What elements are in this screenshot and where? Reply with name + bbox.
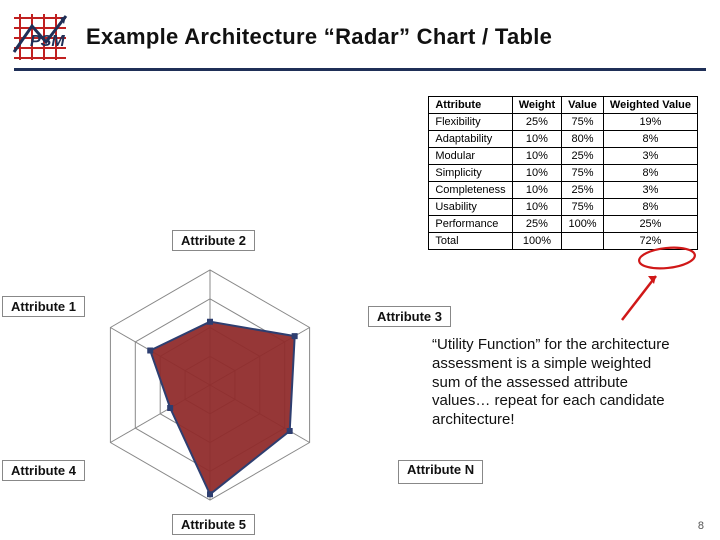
cell-wvalue: 8% (603, 131, 697, 148)
cell-attr: Modular (429, 148, 512, 165)
table-row: Simplicity10%75%8% (429, 165, 698, 182)
cell-weight: 10% (512, 131, 561, 148)
title-underline (14, 68, 706, 71)
cell-wvalue: 3% (603, 182, 697, 199)
cell-weight: 25% (512, 216, 561, 233)
cell-wvalue: 72% (603, 233, 697, 250)
cell-attr: Flexibility (429, 114, 512, 131)
col-value: Value (562, 97, 604, 114)
cell-value: 100% (562, 216, 604, 233)
table-row: Performance25%100%25% (429, 216, 698, 233)
title-bar: PSM Example Architecture “Radar” Chart /… (10, 12, 710, 64)
attribute-table: Attribute Weight Value Weighted Value Fl… (428, 96, 698, 250)
table-row: Flexibility25%75%19% (429, 114, 698, 131)
col-wvalue: Weighted Value (603, 97, 697, 114)
cell-wvalue: 19% (603, 114, 697, 131)
cell-attr: Total (429, 233, 512, 250)
body-text: “Utility Function” for the architecture … (432, 336, 672, 430)
radar-svg (50, 260, 370, 520)
logo-text: PSM (30, 33, 65, 50)
cell-value: 25% (562, 148, 604, 165)
cell-value: 75% (562, 114, 604, 131)
table-row: Adaptability10%80%8% (429, 131, 698, 148)
cell-wvalue: 3% (603, 148, 697, 165)
axis-label-n: Attribute N (398, 460, 483, 484)
axis-label-3: Attribute 3 (368, 306, 451, 327)
cell-weight: 100% (512, 233, 561, 250)
cell-attr: Performance (429, 216, 512, 233)
axis-label-1: Attribute 1 (2, 296, 85, 317)
cell-weight: 10% (512, 182, 561, 199)
col-weight: Weight (512, 97, 561, 114)
cell-value (562, 233, 604, 250)
page-number: 8 (698, 520, 704, 532)
cell-wvalue: 25% (603, 216, 697, 233)
cell-wvalue: 8% (603, 165, 697, 182)
table-row: Usability10%75%8% (429, 199, 698, 216)
cell-attr: Adaptability (429, 131, 512, 148)
cell-value: 25% (562, 182, 604, 199)
table-row: Completeness10%25%3% (429, 182, 698, 199)
axis-label-4: Attribute 4 (2, 460, 85, 481)
cell-weight: 10% (512, 148, 561, 165)
cell-value: 75% (562, 199, 604, 216)
table-total-row: Total100% 72% (429, 233, 698, 250)
cell-weight: 25% (512, 114, 561, 131)
annotation-arrow-icon (610, 270, 670, 330)
axis-label-2: Attribute 2 (172, 230, 255, 251)
table-row: Modular10%25%3% (429, 148, 698, 165)
cell-attr: Usability (429, 199, 512, 216)
cell-weight: 10% (512, 165, 561, 182)
axis-label-5: Attribute 5 (172, 514, 255, 535)
cell-wvalue: 8% (603, 199, 697, 216)
cell-value: 75% (562, 165, 604, 182)
col-attr: Attribute (429, 97, 512, 114)
table-header-row: Attribute Weight Value Weighted Value (429, 97, 698, 114)
cell-attr: Simplicity (429, 165, 512, 182)
page-title: Example Architecture “Radar” Chart / Tab… (86, 24, 552, 50)
cell-value: 80% (562, 131, 604, 148)
cell-attr: Completeness (429, 182, 512, 199)
cell-weight: 10% (512, 199, 561, 216)
radar-chart: Attribute 1 Attribute 2 Attribute 3 Attr… (20, 260, 415, 530)
psm-logo: PSM (10, 12, 70, 60)
